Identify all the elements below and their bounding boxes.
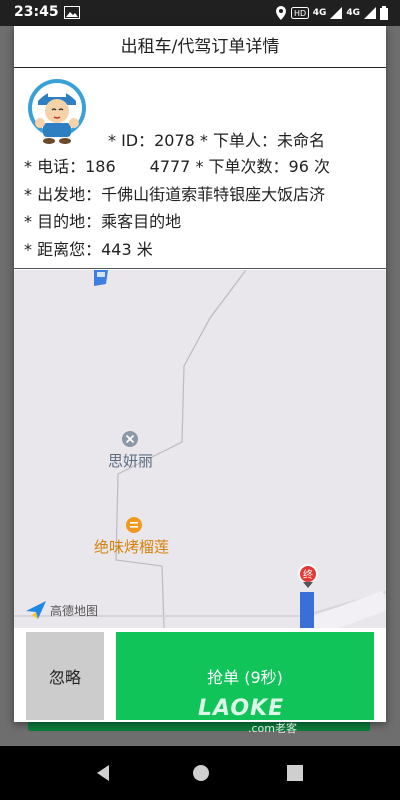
- recent-apps-icon[interactable]: [286, 764, 304, 782]
- hd-icon: HD: [290, 7, 309, 19]
- image-notification-icon: [64, 6, 80, 19]
- phone-prefix: * 电话：186: [24, 157, 116, 176]
- destination-marker: 终: [297, 564, 319, 620]
- distance-line: * 距离您：443 米: [24, 240, 153, 259]
- destination-line: * 目的地：乘客目的地: [24, 212, 182, 231]
- phone-line: * 电话：186 4777 * 下单次数：96 次: [24, 153, 330, 177]
- departure-line: * 出发地：千佛山街道索菲特银座大饭店济: [24, 185, 326, 204]
- watermark-logo: LAOKE: [198, 696, 285, 721]
- signal-1-icon: [330, 7, 343, 19]
- phone-suffix-and-count: 4777 * 下单次数：96 次: [149, 157, 330, 176]
- watermark-sub: .com老客: [248, 722, 297, 735]
- back-icon[interactable]: [94, 764, 112, 782]
- status-bar: 23:45 HD 4G 4G: [0, 0, 400, 26]
- signal-2-icon: [364, 7, 376, 19]
- poi-label-2[interactable]: 绝味烤榴莲: [94, 536, 169, 557]
- customer-avatar-icon: [28, 79, 86, 144]
- order-detail-dialog: 出租车/代驾订单详情 * ID：2078 * 下单人：未命名 * 电话：186 4…: [14, 26, 386, 722]
- map-roads: [14, 270, 386, 628]
- poi-label-1[interactable]: 思妍丽: [108, 450, 153, 471]
- order-info-panel: * ID：2078 * 下单人：未命名 * 电话：186 4777 * 下单次数：…: [14, 69, 386, 269]
- dialog-title: 出租车/代驾订单详情: [14, 26, 386, 68]
- svg-text:HD: HD: [294, 9, 306, 18]
- map-provider-logo: 高德地图: [26, 601, 98, 619]
- poi-beauty-icon: [122, 431, 138, 447]
- network-type-1: 4G: [312, 8, 327, 18]
- navigation-bar: [0, 746, 400, 800]
- map-view[interactable]: 思妍丽 绝味烤榴莲 终 高德地图: [14, 270, 386, 628]
- status-time: 23:45: [14, 4, 59, 20]
- network-type-2: 4G: [346, 8, 360, 18]
- amap-logo-icon: [26, 601, 46, 619]
- order-id-line: * ID：2078 * 下单人：未命名: [108, 131, 326, 150]
- home-icon[interactable]: [192, 764, 210, 782]
- status-icons: HD 4G 4G: [275, 5, 388, 21]
- ignore-button[interactable]: 忽略: [26, 632, 104, 720]
- svg-text:终: 终: [303, 568, 313, 581]
- map-provider-name: 高德地图: [50, 603, 99, 618]
- battery-icon: [380, 6, 388, 20]
- vehicle-marker-icon: [94, 270, 108, 286]
- end-pin-icon: 终: [298, 564, 318, 588]
- location-icon: [275, 6, 286, 20]
- poi-food-icon: [126, 517, 142, 533]
